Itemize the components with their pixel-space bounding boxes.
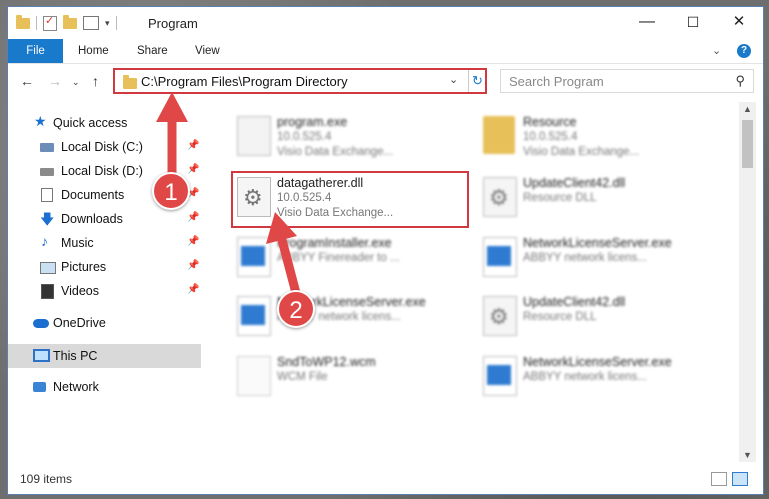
step-badge-1: 1 [152, 172, 190, 210]
step-badge-2: 2 [277, 290, 315, 328]
annotation-arrow-1 [156, 92, 301, 298]
